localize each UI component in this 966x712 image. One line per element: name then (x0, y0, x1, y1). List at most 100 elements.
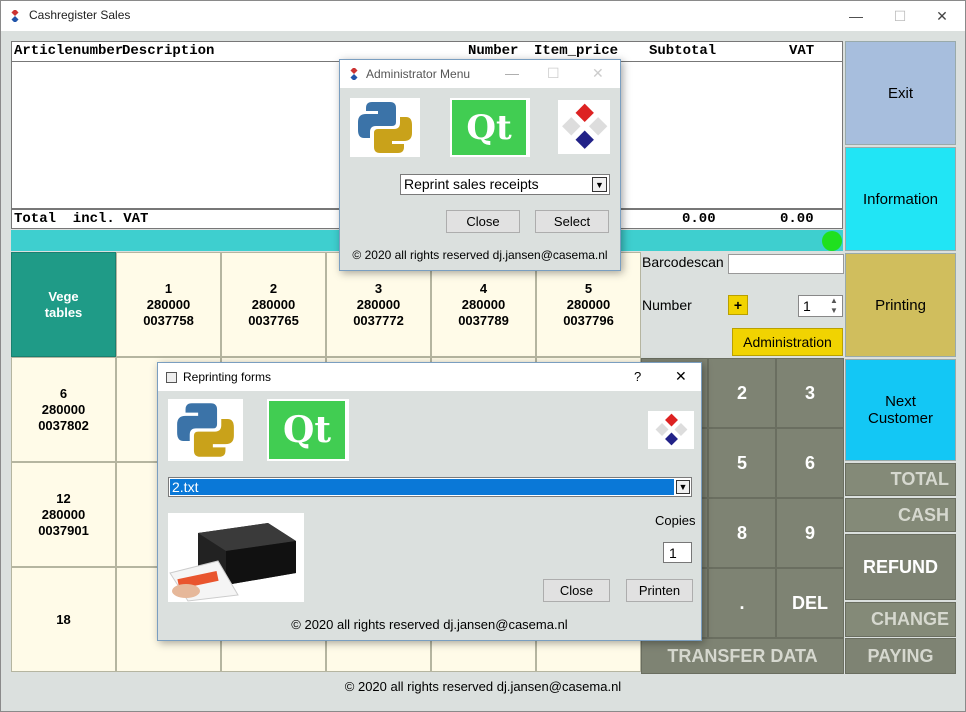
total-button[interactable]: TOTAL (845, 463, 956, 496)
quantity-value: 1 (803, 298, 811, 314)
copies-value: 1 (669, 545, 677, 561)
printing-button[interactable]: Printing (845, 253, 956, 357)
barcode-label: Barcodescan (642, 254, 724, 270)
number-label: Number (642, 297, 692, 313)
admin-close-button[interactable]: Close (446, 210, 520, 233)
tile-line: 5 (584, 280, 593, 296)
tile-line: Vege (48, 288, 79, 304)
close-icon[interactable]: ✕ (592, 65, 604, 82)
cashregister-logo (648, 411, 694, 449)
reprint-close-button[interactable]: Close (543, 579, 610, 602)
tile-line: 0037789 (458, 312, 509, 328)
product-tile-18[interactable]: 18 (11, 567, 116, 672)
transfer-data-button[interactable]: TRANSFER DATA (641, 638, 844, 674)
admin-select-button[interactable]: Select (535, 210, 609, 233)
form-selected: 2.txt (172, 479, 199, 495)
reprint-footer: © 2020 all rights reserved dj.jansen@cas… (291, 617, 568, 632)
tile-line: 280000 (461, 296, 506, 312)
reprinting-dialog: Reprinting forms ? ✕ Qt 2.txt ▼ Copies 1… (157, 362, 702, 641)
col-number: Number (468, 43, 519, 59)
main-window: Cashregister Sales — ☐ ✕ Articlenumber D… (0, 0, 966, 712)
exit-button[interactable]: Exit (845, 41, 956, 145)
tile-line: 280000 (251, 296, 296, 312)
total-label: Total incl. VAT (14, 211, 149, 227)
title-bar: Cashregister Sales — ☐ ✕ (1, 1, 965, 31)
tile-line: 3 (374, 280, 383, 296)
category-vegetables[interactable]: Vege tables (11, 252, 116, 357)
maximize-button[interactable]: ☐ (877, 1, 923, 31)
col-vat: VAT (789, 43, 815, 59)
key-3[interactable]: 3 (776, 358, 844, 428)
selection-highlight (170, 479, 674, 495)
paying-button[interactable]: PAYING (845, 638, 956, 674)
total-subtotal: 0.00 (682, 211, 716, 227)
close-button[interactable]: ✕ (919, 1, 965, 31)
information-button[interactable]: Information (845, 147, 956, 251)
barcode-input[interactable] (728, 254, 844, 274)
tile-line: 6 (59, 385, 68, 401)
administrator-dialog: Administrator Menu — ☐ ✕ Qt Reprint sale… (339, 59, 621, 271)
cashregister-logo (558, 100, 610, 154)
admin-menu-selected: Reprint sales receipts (404, 176, 539, 192)
window-title: Cashregister Sales (29, 8, 131, 22)
key-5[interactable]: 5 (708, 428, 776, 498)
tile-line: 18 (56, 611, 71, 627)
form-select[interactable]: 2.txt ▼ (168, 477, 692, 497)
tile-line: 0037772 (353, 312, 404, 328)
tile-line: 12 (56, 490, 71, 506)
qt-logo-text: Qt (269, 401, 345, 459)
help-button[interactable]: ? (634, 369, 641, 384)
dialog-title: Reprinting forms (183, 370, 272, 384)
refund-button[interactable]: REFUND (845, 534, 956, 600)
tile-line: 1 (164, 280, 173, 296)
plus-button[interactable]: + (728, 295, 748, 315)
stepper-up-icon[interactable]: ▲ (830, 296, 838, 305)
admin-footer: © 2020 all rights reserved dj.jansen@cas… (352, 248, 608, 262)
chevron-down-icon[interactable]: ▼ (676, 480, 690, 494)
key-dot[interactable]: . (708, 568, 776, 638)
key-8[interactable]: 8 (708, 498, 776, 568)
app-icon (350, 68, 358, 80)
table-header: Articlenumber Description Number Item_pr… (11, 41, 843, 61)
dialog-title-bar: Administrator Menu — ☐ ✕ (340, 60, 620, 88)
product-tile-6[interactable]: 6 280000 0037802 (11, 357, 116, 462)
stepper-down-icon[interactable]: ▼ (830, 306, 838, 315)
administration-button[interactable]: Administration (732, 328, 843, 356)
tile-line: 280000 (566, 296, 611, 312)
quantity-stepper[interactable]: 1 ▲ ▼ (798, 295, 843, 317)
qt-logo: Qt (450, 98, 530, 157)
total-vat: 0.00 (780, 211, 814, 227)
dialog-title: Administrator Menu (366, 67, 471, 81)
tile-line: 280000 (356, 296, 401, 312)
tile-line: 0037758 (143, 312, 194, 328)
tile-line: 0037765 (248, 312, 299, 328)
tile-line: 0037802 (38, 417, 89, 433)
chevron-down-icon[interactable]: ▼ (592, 177, 607, 192)
tile-line: 4 (479, 280, 488, 296)
product-tile-1[interactable]: 1 280000 0037758 (116, 252, 221, 357)
key-2[interactable]: 2 (708, 358, 776, 428)
minimize-icon[interactable]: — (505, 65, 519, 81)
tile-line: 0037901 (38, 522, 89, 538)
copies-input[interactable]: 1 (663, 542, 692, 563)
python-logo (350, 98, 420, 157)
maximize-icon[interactable]: ☐ (547, 65, 560, 82)
admin-menu-select[interactable]: Reprint sales receipts ▼ (400, 174, 610, 195)
tile-line: tables (44, 304, 83, 320)
key-del[interactable]: DEL (776, 568, 844, 638)
key-9[interactable]: 9 (776, 498, 844, 568)
key-6[interactable]: 6 (776, 428, 844, 498)
minimize-button[interactable]: — (833, 1, 879, 31)
col-articlenumber: Articlenumber (14, 43, 124, 59)
qt-logo-text: Qt (452, 100, 526, 155)
change-button[interactable]: CHANGE (845, 602, 956, 637)
product-tile-2[interactable]: 2 280000 0037765 (221, 252, 326, 357)
col-description: Description (122, 43, 215, 59)
cash-button[interactable]: CASH (845, 498, 956, 532)
next-customer-button[interactable]: Next Customer (845, 359, 956, 461)
tile-line: 280000 (41, 401, 86, 417)
tile-line: 2 (269, 280, 278, 296)
print-button[interactable]: Printen (626, 579, 693, 602)
close-icon[interactable]: ✕ (675, 368, 687, 385)
product-tile-12[interactable]: 12 280000 0037901 (11, 462, 116, 567)
